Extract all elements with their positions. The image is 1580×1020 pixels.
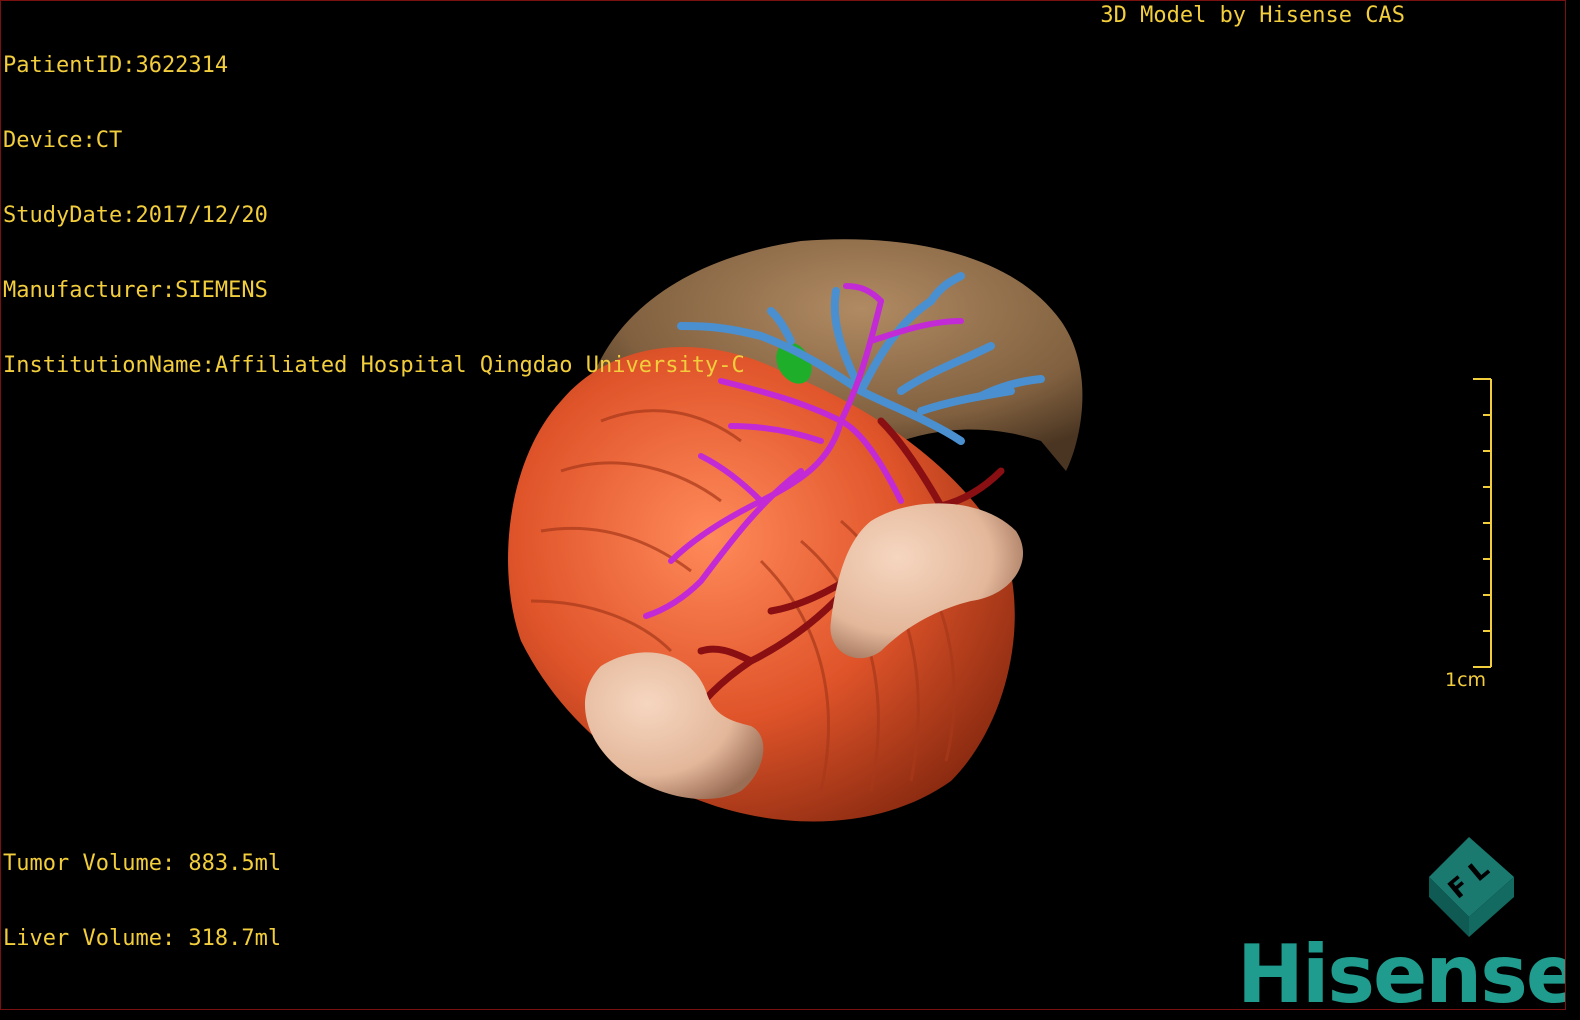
study-metadata: PatientID:3622314 Device:CT StudyDate:20…: [3, 3, 745, 428]
tumor-volume: Tumor Volume: 883.5ml: [3, 851, 282, 876]
patient-id: PatientID:3622314: [3, 53, 229, 78]
viewer-frame: PatientID:3622314 Device:CT StudyDate:20…: [0, 0, 1566, 1010]
device: Device:CT: [3, 128, 123, 153]
study-date: StudyDate:2017/12/20: [3, 203, 268, 228]
liver-volume: Liver Volume: 318.7ml: [3, 926, 282, 951]
brand-caption: 3D Model by Hisense CAS: [1100, 3, 1405, 28]
hisense-logo: Hisense: [1237, 928, 1566, 1010]
scale-bar: [1473, 378, 1492, 668]
volume-readouts: Tumor Volume: 883.5ml Liver Volume: 318.…: [3, 801, 281, 1001]
institution-name: InstitutionName:Affiliated Hospital Qing…: [3, 353, 745, 378]
manufacturer: Manufacturer:SIEMENS: [3, 278, 268, 303]
scale-bar-label: 1cm: [1445, 669, 1487, 691]
